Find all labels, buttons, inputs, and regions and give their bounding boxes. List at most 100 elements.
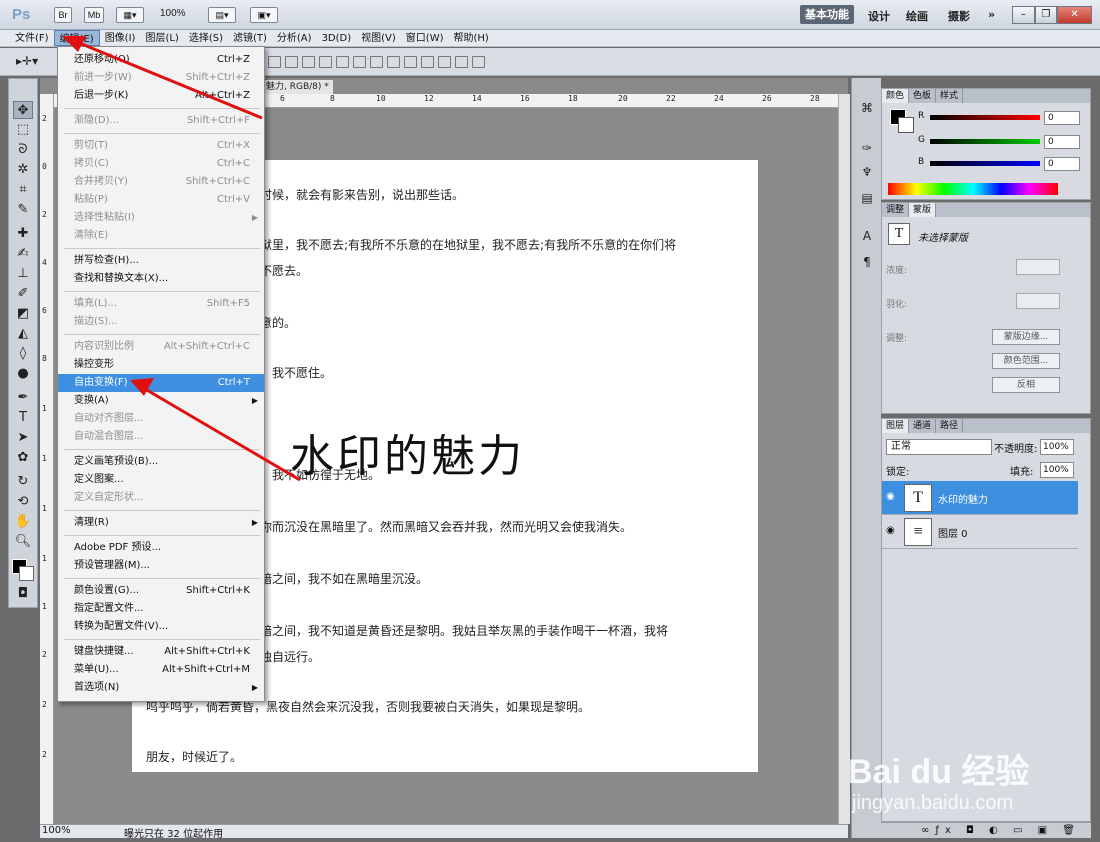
bridge-button[interactable]: Br: [54, 7, 72, 23]
mini-bridge-button[interactable]: Mb: [84, 7, 104, 23]
character-panel-icon[interactable]: A: [859, 228, 875, 244]
quick-select-tool-icon[interactable]: ✲: [13, 161, 33, 179]
distribute-top-icon[interactable]: [370, 56, 383, 68]
workspace-painting[interactable]: 绘画: [906, 8, 928, 24]
blur-tool-icon[interactable]: ◊: [13, 345, 33, 363]
workspace-photography[interactable]: 摄影: [948, 8, 970, 24]
brush-tool-icon[interactable]: ✍: [13, 245, 33, 263]
invert-button[interactable]: 反相: [992, 377, 1060, 393]
distribute-hcenter-icon[interactable]: [438, 56, 451, 68]
restore-icon[interactable]: ❐: [1034, 6, 1058, 24]
marquee-tool-icon[interactable]: ⬚: [13, 121, 33, 139]
align-bottom-icon[interactable]: [302, 56, 315, 68]
edit-menu-item[interactable]: 变换(A) ▶: [58, 392, 264, 410]
blend-mode-select[interactable]: 正常: [886, 439, 992, 455]
edit-menu-item[interactable]: 定义图案...: [58, 471, 264, 489]
menu-image[interactable]: 图像(I): [100, 30, 141, 46]
workspace-more[interactable]: »: [988, 8, 995, 21]
mask-edge-button[interactable]: 蒙版边缘...: [992, 329, 1060, 345]
edit-menu-item[interactable]: 还原移动(O) Ctrl+Z: [58, 51, 264, 69]
align-left-icon[interactable]: [319, 56, 332, 68]
edit-menu-item[interactable]: 定义画笔预设(B)...: [58, 453, 264, 471]
distribute-left-icon[interactable]: [421, 56, 434, 68]
layer-row-watermark[interactable]: ◉ T 水印的魅力: [882, 481, 1078, 515]
dodge-tool-icon[interactable]: ●: [13, 365, 33, 383]
visibility-eye-icon[interactable]: ◉: [886, 525, 895, 536]
actions-icon[interactable]: ▤: [859, 190, 875, 206]
brush-panel-icon[interactable]: ✑: [859, 140, 875, 156]
menu-select[interactable]: 选择(S): [184, 30, 228, 46]
align-hcenter-icon[interactable]: [336, 56, 349, 68]
edit-menu-item[interactable]: 首选项(N) ▶: [58, 679, 264, 697]
color-range-button[interactable]: 颜色范围...: [992, 353, 1060, 369]
menu-layer[interactable]: 图层(L): [140, 30, 183, 46]
visibility-eye-icon[interactable]: ◉: [886, 491, 895, 502]
3d-orbit-tool-icon[interactable]: ⟲: [13, 493, 33, 511]
edit-menu-item[interactable]: 清理(R) ▶: [58, 514, 264, 532]
hand-tool-icon[interactable]: ✋: [13, 513, 33, 531]
crop-tool-icon[interactable]: ⌗: [13, 181, 33, 199]
tab-masks[interactable]: 蒙版: [909, 203, 937, 217]
workspace-essentials[interactable]: 基本功能: [800, 5, 854, 24]
type-tool-icon[interactable]: T: [13, 409, 33, 427]
edit-menu-item[interactable]: 键盘快捷键... Alt+Shift+Ctrl+K: [58, 643, 264, 661]
menu-filter[interactable]: 滤镜(T): [228, 30, 272, 46]
layer-row-layer0[interactable]: ◉ ≡ 图层 0: [882, 515, 1078, 549]
move-tool-icon[interactable]: ✥: [13, 101, 33, 119]
tab-swatches[interactable]: 色板: [909, 89, 937, 103]
menu-help[interactable]: 帮助(H): [449, 30, 494, 46]
watermark-text-layer[interactable]: 水印的魅力: [290, 420, 525, 484]
menu-window[interactable]: 窗口(W): [401, 30, 449, 46]
menu-3d[interactable]: 3D(D): [317, 30, 357, 46]
red-value[interactable]: 0: [1044, 111, 1080, 125]
shape-tool-icon[interactable]: ✿: [13, 449, 33, 467]
arrange-icon[interactable]: ▤▾: [208, 7, 236, 23]
history-panel-icon[interactable]: ⌘: [859, 100, 875, 116]
background-color-swatch[interactable]: [19, 566, 34, 581]
lasso-tool-icon[interactable]: ᘐ: [13, 141, 33, 159]
color-spectrum[interactable]: [888, 183, 1058, 195]
tab-layers[interactable]: 图层: [882, 419, 910, 433]
menu-view[interactable]: 视图(V): [356, 30, 401, 46]
close-icon[interactable]: ✕: [1057, 6, 1093, 24]
edit-menu-item[interactable]: 指定配置文件...: [58, 600, 264, 618]
opacity-field[interactable]: 100%: [1040, 439, 1074, 455]
menu-edit[interactable]: 编辑(E): [53, 30, 100, 46]
clone-source-icon[interactable]: ♆: [859, 164, 875, 180]
move-tool-preset-icon[interactable]: ▸✛▾: [16, 54, 38, 68]
tab-channels[interactable]: 通道: [909, 419, 937, 433]
quick-mask-icon[interactable]: ◘: [13, 585, 33, 603]
view-extras-icon[interactable]: ▦▾: [116, 7, 144, 23]
distribute-right-icon[interactable]: [455, 56, 468, 68]
align-right-icon[interactable]: [353, 56, 366, 68]
blue-value[interactable]: 0: [1044, 157, 1080, 171]
3d-rotate-tool-icon[interactable]: ↻: [13, 473, 33, 491]
edit-menu-item[interactable]: 查找和替换文本(X)...: [58, 270, 264, 288]
edit-menu-item[interactable]: 拼写检查(H)...: [58, 252, 264, 270]
edit-menu-item[interactable]: 转换为配置文件(V)...: [58, 618, 264, 636]
align-vcenter-icon[interactable]: [285, 56, 298, 68]
eyedropper-tool-icon[interactable]: ✎: [13, 201, 33, 219]
document-tab[interactable]: 魅力, RGB/8) *: [262, 80, 333, 94]
workspace-design[interactable]: 设计: [868, 8, 890, 24]
history-brush-tool-icon[interactable]: ✐: [13, 285, 33, 303]
distribute-vcenter-icon[interactable]: [387, 56, 400, 68]
stamp-tool-icon[interactable]: ⊥: [13, 265, 33, 283]
status-zoom[interactable]: 100%: [42, 825, 71, 836]
slider-red[interactable]: R 0: [918, 111, 1088, 125]
pen-tool-icon[interactable]: ✒: [13, 389, 33, 407]
zoom-tool-icon[interactable]: 🔍︎: [13, 533, 33, 551]
color-background-swatch[interactable]: [898, 117, 914, 133]
zoom-level[interactable]: 100%: [160, 8, 186, 19]
auto-align-icon[interactable]: [472, 56, 485, 68]
tab-paths[interactable]: 路径: [936, 419, 964, 433]
edit-menu-item[interactable]: 后退一步(K) Alt+Ctrl+Z: [58, 87, 264, 105]
path-select-tool-icon[interactable]: ➤: [13, 429, 33, 447]
tab-styles[interactable]: 样式: [936, 89, 964, 103]
status-info[interactable]: 曝光只在 32 位起作用: [124, 825, 223, 840]
menu-analysis[interactable]: 分析(A): [272, 30, 317, 46]
minimize-icon[interactable]: –: [1012, 6, 1035, 24]
edit-menu-item[interactable]: 自由变换(F) Ctrl+T: [58, 374, 264, 392]
slider-blue[interactable]: B 0: [918, 157, 1088, 171]
distribute-bottom-icon[interactable]: [404, 56, 417, 68]
